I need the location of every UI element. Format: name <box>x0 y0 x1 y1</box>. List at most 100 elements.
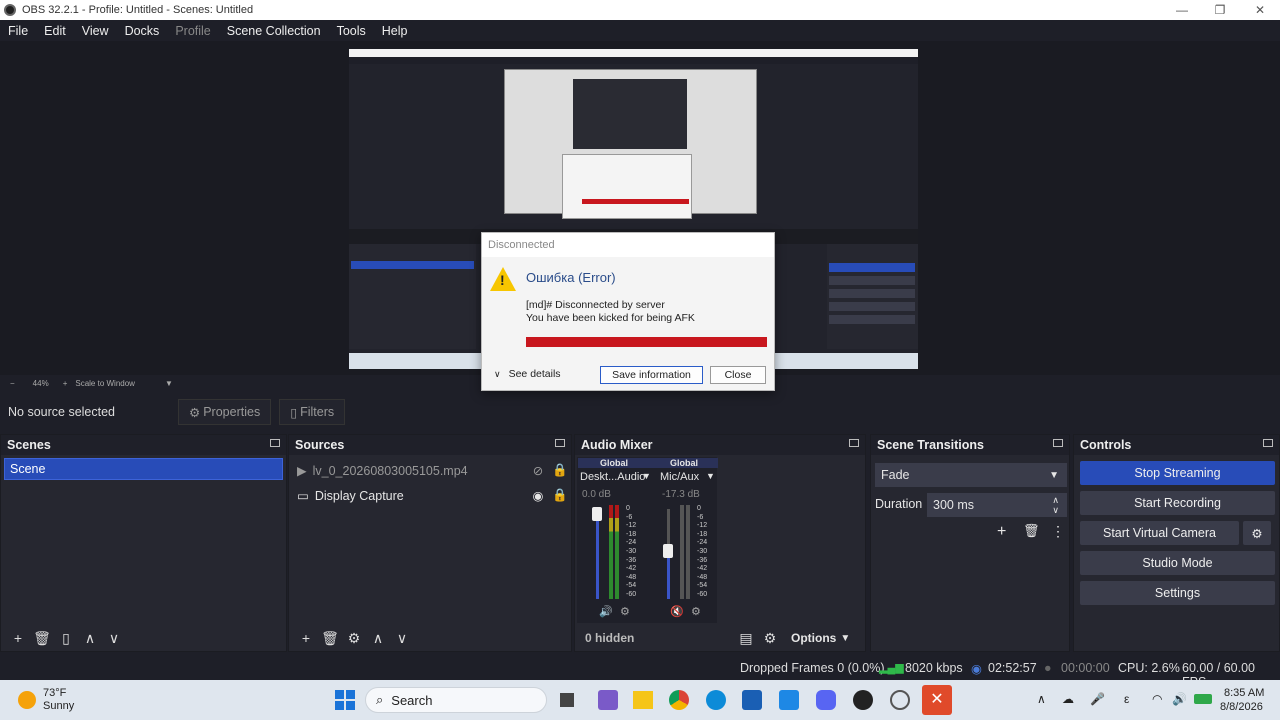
options-button[interactable]: Options <box>791 631 836 645</box>
chrome-icon[interactable] <box>669 690 689 710</box>
studio-mode-button[interactable]: Studio Mode <box>1080 551 1275 575</box>
menu-docks[interactable]: Docks <box>117 24 168 38</box>
see-details-button[interactable]: ∨ See details <box>494 368 561 380</box>
db-scale: 0 -6 -12 -18 -24 -30 -36 -42 -48 -54 -60 <box>697 505 707 600</box>
undock-icon[interactable] <box>1053 439 1063 447</box>
file-explorer-icon[interactable] <box>633 691 653 709</box>
chevron-down-icon[interactable]: ▼ <box>165 379 173 388</box>
volume-handle[interactable] <box>592 507 602 521</box>
record-time: 00:00:00 <box>1061 661 1110 675</box>
speaker-icon[interactable]: 🔊 <box>599 605 613 618</box>
volume-handle[interactable] <box>663 544 673 558</box>
lock-icon[interactable]: 🔒 <box>549 463 571 478</box>
add-icon[interactable]: + <box>295 630 317 646</box>
menu-edit[interactable]: Edit <box>36 24 74 38</box>
muted-speaker-icon[interactable]: 🔇 <box>670 605 684 618</box>
menu-file[interactable]: File <box>0 24 36 38</box>
eye-icon[interactable]: ◉ <box>527 488 549 503</box>
move-down-icon[interactable]: ∨ <box>103 630 125 647</box>
volume-icon[interactable]: 🔊 <box>1172 692 1187 706</box>
scale-mode-select[interactable]: Scale to Window <box>75 379 135 388</box>
channel-name[interactable]: Mic/Aux <box>660 471 699 483</box>
source-item-media[interactable]: ▶ lv_0_20260803005105.mp4 ⊘ 🔒 <box>289 458 571 483</box>
start-virtual-camera-button[interactable]: Start Virtual Camera <box>1080 521 1239 545</box>
properties-button[interactable]: ⚙ Properties <box>178 399 272 425</box>
settings-app-icon[interactable] <box>890 690 910 710</box>
trash-icon[interactable]: 🗑 <box>31 630 53 647</box>
move-down-icon[interactable]: ∨ <box>391 630 413 647</box>
clock-time[interactable]: 8:35 AM <box>1224 687 1264 699</box>
undock-icon[interactable] <box>849 439 859 447</box>
undock-icon[interactable] <box>270 439 280 447</box>
wifi-icon[interactable]: ◠ <box>1152 692 1162 706</box>
battery-icon[interactable] <box>1194 694 1212 704</box>
monitor-settings-icon[interactable]: ⚙ <box>691 605 701 618</box>
language-icon[interactable]: ε <box>1124 692 1129 706</box>
volume-slider[interactable] <box>596 509 599 599</box>
move-up-icon[interactable]: ∧ <box>367 630 389 647</box>
scene-transitions-dock: Scene Transitions Fade ▼ Duration 300 ms… <box>870 434 1070 652</box>
monitor-settings-icon[interactable]: ⚙ <box>620 605 630 618</box>
close-window-button[interactable]: ✕ <box>1240 0 1280 20</box>
bitrate: 8020 kbps <box>905 661 963 675</box>
chevron-down-icon[interactable]: ▼ <box>706 471 715 481</box>
discord-icon[interactable] <box>816 690 836 710</box>
settings-button[interactable]: Settings <box>1080 581 1275 605</box>
scene-item[interactable]: Scene <box>4 458 283 480</box>
layout-icon[interactable]: ▤ <box>735 630 757 647</box>
stepper-icon[interactable]: ∧ ∨ <box>1052 495 1059 515</box>
chevron-up-icon[interactable]: ∧ <box>1037 692 1046 706</box>
weather-temp[interactable]: 73°F <box>43 687 66 699</box>
add-icon[interactable]: + <box>997 523 1006 541</box>
transition-select[interactable]: Fade ▼ <box>875 463 1067 487</box>
menu-profile[interactable]: Profile <box>167 24 218 38</box>
gear-icon[interactable]: ⚙ <box>343 630 365 647</box>
microphone-icon[interactable]: 🎤 <box>1090 692 1105 706</box>
taskbar-search[interactable]: ⌕ Search <box>365 687 547 713</box>
task-view-icon[interactable] <box>560 693 574 707</box>
undock-icon[interactable] <box>555 439 565 447</box>
weather-sun-icon[interactable] <box>18 691 36 709</box>
trash-icon[interactable]: 🗑 <box>1023 523 1040 539</box>
filter-icon[interactable]: ▯ <box>55 630 77 647</box>
dialog-heading: Ошибка (Error) <box>526 270 616 285</box>
error-app-icon[interactable]: ✕ <box>922 685 952 715</box>
chevron-down-icon[interactable]: ▼ <box>642 471 651 481</box>
maximize-button[interactable]: ❐ <box>1200 0 1240 20</box>
app-icon[interactable] <box>598 690 618 710</box>
gear-icon[interactable]: ⚙ <box>1243 521 1271 545</box>
filters-button[interactable]: ▯ Filters <box>279 399 346 425</box>
menu-view[interactable]: View <box>74 24 117 38</box>
menu-scene-collection[interactable]: Scene Collection <box>219 24 329 38</box>
gear-icon[interactable]: ⚙ <box>759 630 781 647</box>
mail-icon[interactable] <box>779 690 799 710</box>
move-up-icon[interactable]: ∧ <box>79 630 101 647</box>
close-button[interactable]: Close <box>710 366 766 384</box>
zoom-out-button[interactable]: − <box>10 379 15 388</box>
stop-streaming-button[interactable]: Stop Streaming <box>1080 461 1275 485</box>
cloud-icon[interactable]: ☁ <box>1062 692 1074 706</box>
store-icon[interactable] <box>742 690 762 710</box>
source-item-display[interactable]: ▭ Display Capture ◉ 🔒 <box>289 483 571 508</box>
minimize-button[interactable]: — <box>1162 0 1202 20</box>
more-options-icon[interactable]: ⋮ <box>1051 523 1065 540</box>
obs-taskbar-icon[interactable] <box>853 690 873 710</box>
menu-help[interactable]: Help <box>374 24 416 38</box>
edge-icon[interactable] <box>706 690 726 710</box>
zoom-in-button[interactable]: + <box>63 379 68 388</box>
undock-icon[interactable] <box>1263 439 1273 447</box>
eye-hidden-icon[interactable]: ⊘ <box>527 463 549 478</box>
trash-icon[interactable]: 🗑 <box>319 630 341 647</box>
weather-condition[interactable]: Sunny <box>43 700 74 712</box>
windows-start-icon[interactable] <box>335 690 355 710</box>
menu-tools[interactable]: Tools <box>329 24 374 38</box>
start-recording-button[interactable]: Start Recording <box>1080 491 1275 515</box>
add-icon[interactable]: + <box>7 630 29 646</box>
duration-input[interactable]: 300 ms ∧ ∨ <box>927 493 1067 517</box>
db-scale-tick: -18 <box>626 530 637 538</box>
lock-icon[interactable]: 🔒 <box>549 488 571 503</box>
channel-name[interactable]: Deskt...Audio <box>580 471 645 483</box>
clock-date[interactable]: 8/8/2026 <box>1220 701 1263 713</box>
save-information-button[interactable]: Save information <box>600 366 703 384</box>
chevron-down-icon[interactable]: ▼ <box>840 633 850 644</box>
